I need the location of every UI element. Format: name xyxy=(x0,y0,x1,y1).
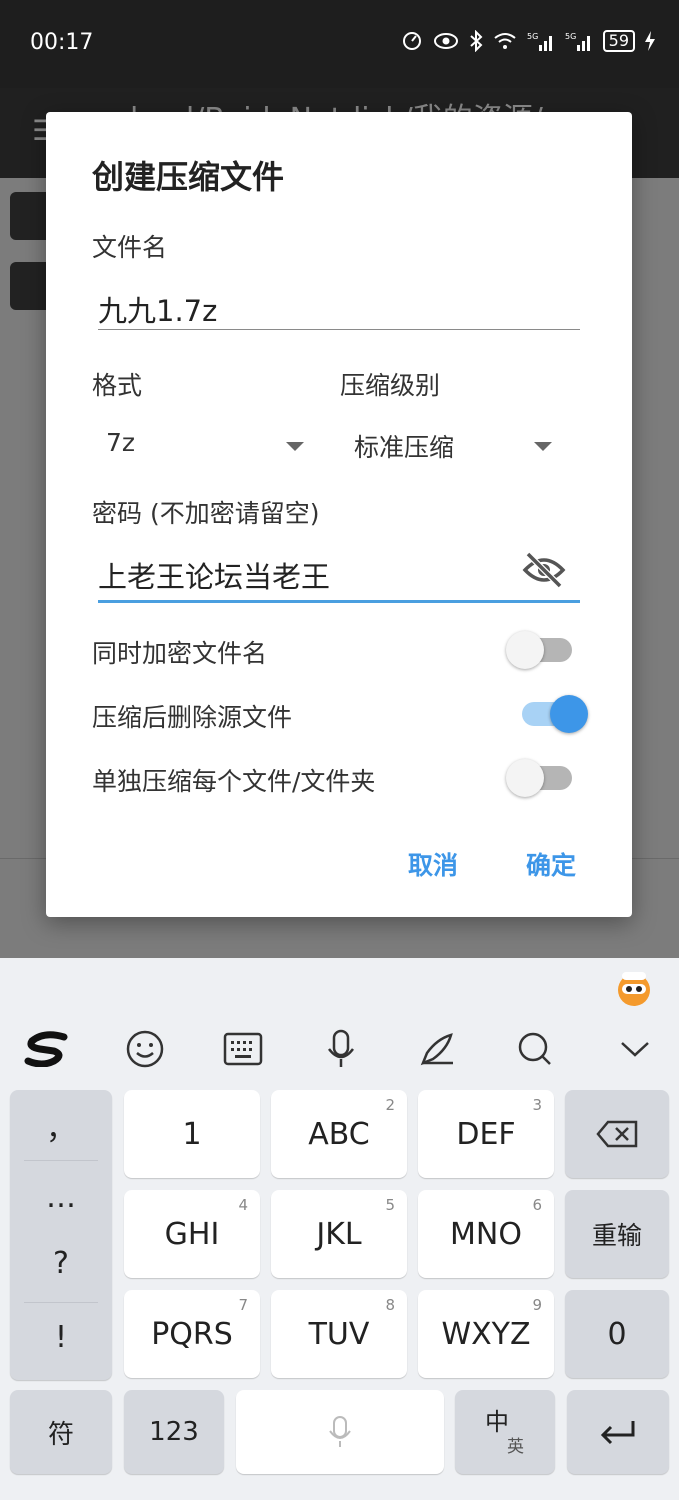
key-ghi[interactable]: GHI 4 xyxy=(124,1190,260,1278)
switch-knob xyxy=(506,631,544,669)
visibility-off-icon[interactable] xyxy=(522,552,566,588)
key-exclaim[interactable]: ! xyxy=(10,1320,112,1355)
enter-button[interactable] xyxy=(567,1390,669,1474)
numbers-button[interactable]: 123 xyxy=(124,1390,224,1474)
key-mno[interactable]: MNO 6 xyxy=(418,1190,554,1278)
status-time: 00:17 xyxy=(30,30,94,55)
pen-icon[interactable] xyxy=(414,1026,460,1072)
toggle-label-encrypt-names: 同时加密文件名 xyxy=(92,639,268,668)
space-button[interactable] xyxy=(236,1390,444,1474)
bluetooth-icon xyxy=(469,30,483,52)
format-dropdown[interactable]: 7z xyxy=(92,412,312,472)
emoji-icon[interactable] xyxy=(122,1026,168,1072)
create-archive-dialog: 创建压缩文件 文件名 九九1.7z 格式 压缩级别 7z 标准压缩 密码 (不加… xyxy=(46,112,632,917)
level-dropdown[interactable]: 标准压缩 xyxy=(340,412,570,472)
divider xyxy=(24,1302,98,1303)
backspace-icon xyxy=(596,1120,638,1148)
eye-icon xyxy=(433,33,458,49)
toggle-label-separate: 单独压缩每个文件/文件夹 xyxy=(92,767,376,796)
mascot-icon[interactable] xyxy=(614,968,654,1008)
filename-input[interactable]: 九九1.7z xyxy=(98,288,217,330)
data-saver-icon xyxy=(402,32,421,50)
soft-keyboard: ， … ? ! 1 ABC 2 DEF 3 GHI 4 JKL 5 MNO 6 重输 PQ… xyxy=(0,958,679,1500)
key-wxyz[interactable]: WXYZ 9 xyxy=(418,1290,554,1378)
separate-archive-switch[interactable] xyxy=(506,759,572,797)
wifi-icon xyxy=(494,33,516,49)
level-value: 标准压缩 xyxy=(354,433,455,462)
key-comma[interactable]: ， xyxy=(10,1104,112,1148)
chevron-down-icon xyxy=(286,442,304,451)
key-abc[interactable]: ABC 2 xyxy=(271,1090,407,1178)
switch-knob xyxy=(550,695,588,733)
cancel-button[interactable]: 取消 xyxy=(408,846,458,882)
delete-source-switch[interactable] xyxy=(522,695,588,733)
key-question[interactable]: ? xyxy=(10,1246,112,1281)
svg-text:5G: 5G xyxy=(565,32,576,41)
sogou-logo-icon[interactable] xyxy=(24,1026,70,1072)
language-switch-button[interactable]: 中 英 xyxy=(455,1390,555,1474)
signal-icon: 5G xyxy=(527,32,552,51)
status-icons: 5G 5G 59 xyxy=(401,30,655,52)
status-bar: 00:17 5G 5G 59 xyxy=(0,0,679,88)
filename-underline xyxy=(98,329,580,330)
filename-label: 文件名 xyxy=(92,233,168,262)
key-def[interactable]: DEF 3 xyxy=(418,1090,554,1178)
enter-icon xyxy=(600,1421,635,1445)
key-1[interactable]: 1 xyxy=(124,1090,260,1178)
signal-icon-2: 5G xyxy=(565,32,590,51)
battery-indicator: 59 xyxy=(602,30,635,52)
chevron-down-icon[interactable] xyxy=(612,1026,658,1072)
divider xyxy=(24,1160,98,1161)
switch-knob xyxy=(506,759,544,797)
microphone-icon xyxy=(329,1416,351,1447)
ok-button[interactable]: 确定 xyxy=(526,846,576,882)
microphone-icon[interactable] xyxy=(318,1026,364,1072)
key-tuv[interactable]: TUV 8 xyxy=(271,1290,407,1378)
search-icon[interactable] xyxy=(512,1026,558,1072)
toggle-label-delete-source: 压缩后删除源文件 xyxy=(92,703,293,732)
symbols-button[interactable]: 符 xyxy=(10,1390,112,1474)
password-label: 密码 (不加密请留空) xyxy=(92,499,320,528)
dialog-title: 创建压缩文件 xyxy=(92,158,285,196)
chevron-down-icon xyxy=(534,442,552,451)
keyboard-icon[interactable] xyxy=(220,1026,266,1072)
key-ellipsis[interactable]: … xyxy=(10,1180,112,1215)
format-value: 7z xyxy=(106,428,136,457)
key-jkl[interactable]: JKL 5 xyxy=(271,1190,407,1278)
key-0[interactable]: 0 xyxy=(565,1290,669,1378)
punctuation-column: ， … ? ! xyxy=(10,1090,112,1380)
reset-input-button[interactable]: 重输 xyxy=(565,1190,669,1278)
level-label: 压缩级别 xyxy=(340,371,441,400)
backspace-button[interactable] xyxy=(565,1090,669,1178)
format-label: 格式 xyxy=(92,371,143,400)
password-underline xyxy=(98,600,580,603)
encrypt-names-switch[interactable] xyxy=(506,631,572,669)
charging-icon xyxy=(645,31,655,51)
key-pqrs[interactable]: PQRS 7 xyxy=(124,1290,260,1378)
keyboard-toolbar xyxy=(0,1018,679,1078)
password-input[interactable]: 上老王论坛当老王 xyxy=(98,554,330,596)
svg-text:5G: 5G xyxy=(527,32,538,41)
